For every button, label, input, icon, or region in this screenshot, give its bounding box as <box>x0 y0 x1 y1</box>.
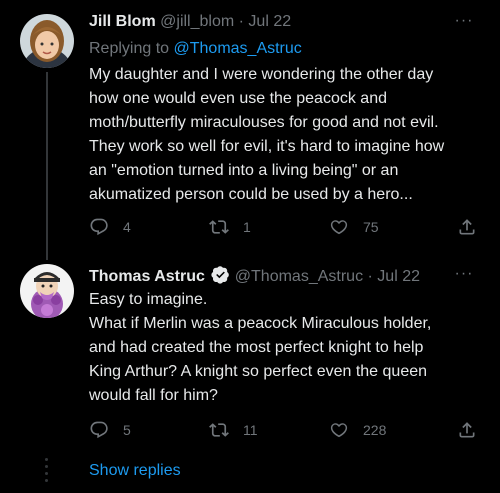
reply-count: 5 <box>123 422 131 438</box>
tweet-line: moth/butterfly miraculouses for good and… <box>89 114 439 131</box>
tweet-line: how one would even use the peacock and <box>89 90 387 107</box>
reply-icon <box>90 421 108 439</box>
more-icon[interactable]: ··· <box>454 12 474 32</box>
retweet-button[interactable]: 11 <box>209 418 258 442</box>
like-button[interactable]: 75 <box>329 215 379 239</box>
share-icon <box>459 219 475 235</box>
show-replies-link[interactable]: Show replies <box>89 462 181 480</box>
retweet-icon <box>209 220 229 234</box>
retweet-button[interactable]: 1 <box>209 215 251 239</box>
tweet-date[interactable]: Jul 22 <box>248 13 291 30</box>
avatar-jill-blom[interactable] <box>20 14 74 68</box>
username-handle[interactable]: @Thomas_Astruc <box>235 268 363 285</box>
display-name[interactable]: Jill Blom <box>89 13 156 30</box>
reply-button[interactable]: 4 <box>89 215 131 239</box>
separator-dot: · <box>238 13 244 30</box>
retweet-count: 1 <box>243 219 251 235</box>
tweet-date[interactable]: Jul 22 <box>377 268 420 285</box>
thread-line <box>46 72 48 260</box>
avatar-thomas-astruc[interactable] <box>20 264 74 318</box>
like-icon <box>330 423 348 438</box>
verified-badge-icon <box>211 266 230 284</box>
tweet-header: Jill Blom @jill_blom · Jul 22 <box>89 12 291 32</box>
tweet-line: would fall for him? <box>89 387 218 404</box>
tweet-text: Easy to imagine. What if Merlin was a pe… <box>89 288 474 408</box>
tweet-line: What if Merlin was a peacock Miraculous … <box>89 315 432 332</box>
reply-button[interactable]: 5 <box>89 418 131 442</box>
tweet-line: My daughter and I were wondering the oth… <box>89 66 434 83</box>
reply-icon <box>90 218 108 236</box>
share-button[interactable] <box>457 418 477 442</box>
thread-continuation-dots <box>45 458 49 486</box>
tweet-line: an "emotion turned into a living being" … <box>89 162 399 179</box>
display-name[interactable]: Thomas Astruc <box>89 268 205 285</box>
tweet-actions: 4 1 75 <box>89 215 479 239</box>
tweet-line: Easy to imagine. <box>89 291 208 308</box>
replying-label: Replying to <box>89 40 174 57</box>
tweet-actions: 5 11 228 <box>89 418 479 442</box>
username-handle[interactable]: @jill_blom <box>160 13 234 30</box>
separator-dot: · <box>367 268 373 285</box>
tweet-line: They work so well for evil, it's hard to… <box>89 138 445 155</box>
reply-count: 4 <box>123 219 131 235</box>
more-icon[interactable]: ··· <box>454 265 474 285</box>
like-count: 75 <box>363 219 379 235</box>
retweet-icon <box>209 423 229 437</box>
like-button[interactable]: 228 <box>329 418 386 442</box>
replying-to-line: Replying to @Thomas_Astruc <box>89 39 302 59</box>
tweet-header: Thomas Astruc @Thomas_Astruc · Jul 22 <box>89 265 420 287</box>
tweet-line: akumatized person could be used by a her… <box>89 186 413 203</box>
tweet-line: King Arthur? A knight so perfect even th… <box>89 363 428 380</box>
share-button[interactable] <box>457 215 477 239</box>
retweet-count: 11 <box>243 422 258 438</box>
like-count: 228 <box>363 422 387 438</box>
tweet-line: and had created the most perfect knight … <box>89 339 424 356</box>
like-icon <box>330 220 348 235</box>
share-icon <box>459 422 475 438</box>
replying-to-link[interactable]: @Thomas_Astruc <box>174 40 302 57</box>
tweet-text: My daughter and I were wondering the oth… <box>89 63 474 207</box>
